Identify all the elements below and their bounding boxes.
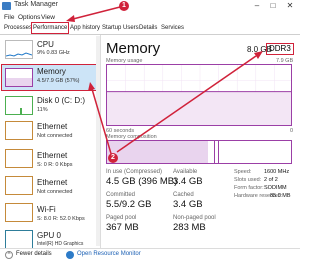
annotation-badge-1: 1 (119, 1, 129, 11)
annotation-arrowhead-1 (66, 15, 75, 22)
annotation-overlay (66, 6, 263, 158)
annotation-arrow-1 (72, 6, 121, 20)
annotation-arrow-2a (91, 88, 113, 158)
annotation-arrowhead-2b (254, 51, 263, 59)
annotation-arrow-2b (116, 55, 257, 153)
annotation-arrowhead-2a (88, 82, 95, 91)
annotation-badge-2: 2 (108, 153, 118, 163)
